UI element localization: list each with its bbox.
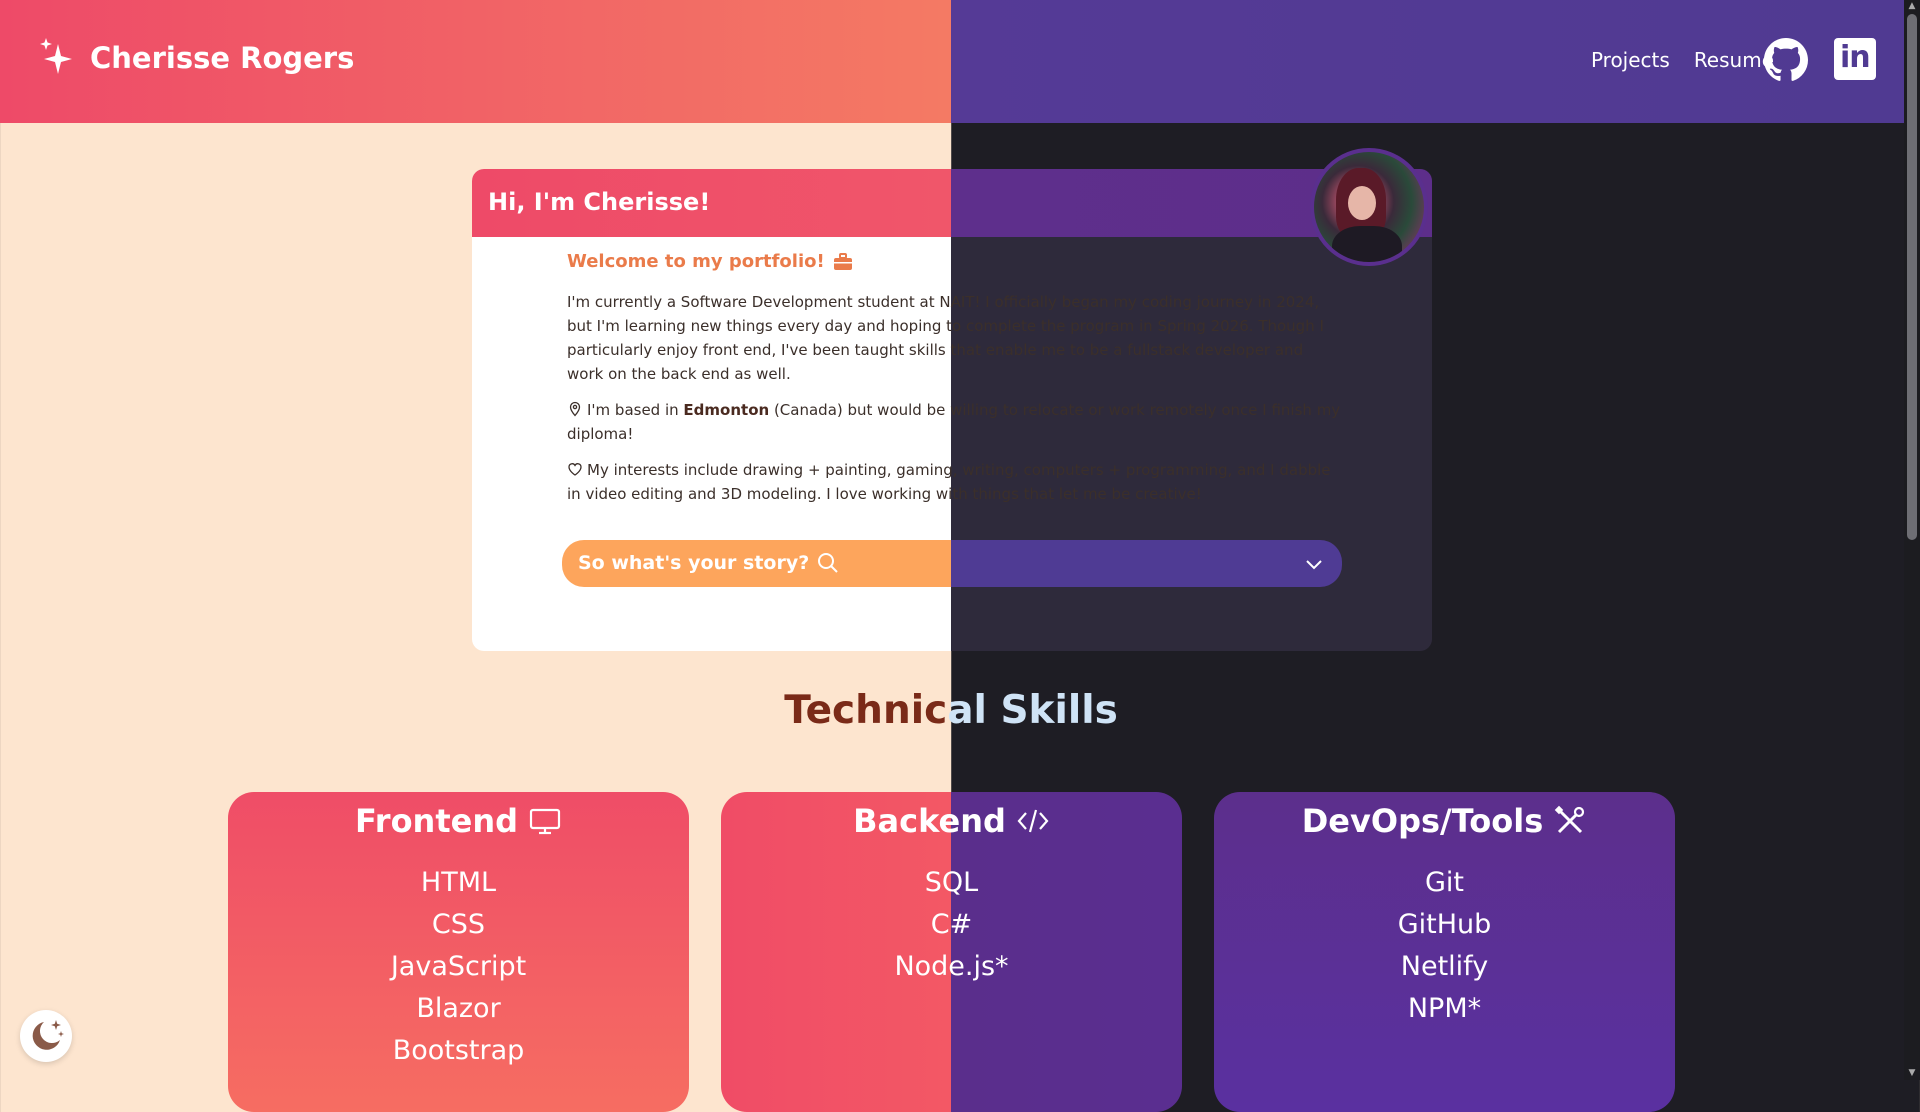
- intro-card: Hi, I'm Cherisse! Welcome to my portfoli…: [472, 169, 1432, 651]
- skills-heading-left: Technic: [784, 688, 948, 733]
- skill-item: HTML: [420, 867, 497, 898]
- story-label: So what's your story?: [578, 552, 810, 574]
- code-icon: [1017, 809, 1049, 833]
- main-nav: Projects Resume: [1591, 48, 1774, 72]
- nav-resume[interactable]: Resume: [1694, 48, 1774, 72]
- site-header: Cherisse Rogers Projects Resume in: [0, 0, 1904, 123]
- brand-name: Cherisse Rogers: [90, 41, 355, 75]
- scroll-thumb[interactable]: [1907, 14, 1917, 540]
- briefcase-icon: [833, 252, 852, 270]
- skill-item: SQL: [924, 867, 979, 898]
- intro-paragraph-study: I'm currently a Software Development stu…: [567, 293, 1324, 383]
- skills-heading: Technical Skills: [0, 688, 1902, 733]
- interests-text: My interests include drawing + painting,…: [567, 461, 1331, 503]
- skill-item: Node.js*: [894, 951, 1009, 982]
- intro-paragraph-location: I'm based in Edmonton (Canada) but would…: [567, 398, 1342, 446]
- devops-list: Git GitHub Netlify NPM*: [1214, 862, 1675, 1030]
- skill-item: Bootstrap: [392, 1035, 525, 1066]
- brand-logo[interactable]: Cherisse Rogers: [38, 36, 354, 80]
- intro-title: Hi, I'm Cherisse!: [488, 188, 711, 216]
- scroll-down-icon[interactable]: ▼: [1907, 1068, 1917, 1078]
- linkedin-glyph: in: [1840, 40, 1871, 75]
- location-pin-icon: [569, 401, 581, 417]
- sparkles-icon: [40, 38, 72, 74]
- linkedin-icon[interactable]: in: [1834, 38, 1876, 80]
- theme-toggle-button[interactable]: [20, 1010, 72, 1062]
- story-label-wrap: So what's your story?: [578, 552, 839, 574]
- tools-icon: [1555, 805, 1585, 834]
- profile-avatar: [1310, 148, 1428, 266]
- frontend-list: HTML CSS JavaScript Blazor Bootstrap: [228, 862, 689, 1072]
- skill-item: Blazor: [416, 993, 501, 1024]
- story-dropdown[interactable]: So what's your story?: [562, 540, 1342, 587]
- frontend-title: Frontend: [354, 802, 519, 840]
- skill-item: Netlify: [1400, 951, 1489, 982]
- skill-item: GitHub: [1397, 909, 1492, 940]
- skills-heading-right: al Skills: [947, 688, 1118, 733]
- skill-item: Git: [1424, 867, 1464, 898]
- intro-card-header: Hi, I'm Cherisse!: [472, 169, 1432, 237]
- backend-list: SQL C# Node.js*: [721, 862, 1182, 988]
- skill-card-title: Frontend: [228, 802, 689, 840]
- github-icon[interactable]: [1764, 38, 1808, 82]
- skill-card-frontend: Frontend HTML CSS JavaScript Blazor Boot…: [228, 792, 689, 1112]
- skill-card-devops: DevOps/Tools Git GitHub Netlify NPM*: [1214, 792, 1675, 1112]
- welcome-heading: Welcome to my portfolio!: [567, 251, 1342, 272]
- heart-icon: [568, 463, 582, 476]
- skill-item: C#: [930, 909, 973, 940]
- location-prefix: I'm based in: [587, 401, 684, 419]
- skill-item: JavaScript: [390, 951, 527, 982]
- welcome-text: Welcome to my portfolio!: [567, 251, 825, 272]
- location-city: Edmonton: [683, 401, 770, 419]
- moon-stars-icon: [32, 1020, 64, 1050]
- intro-body: Welcome to my portfolio! I'm currently a…: [567, 251, 1342, 518]
- skill-card-title: Backend: [721, 802, 1182, 840]
- backend-title: Backend: [853, 802, 1006, 840]
- nav-projects[interactable]: Projects: [1591, 48, 1670, 72]
- scroll-up-icon[interactable]: ▲: [1907, 1, 1917, 11]
- intro-paragraph-interests: My interests include drawing + painting,…: [567, 458, 1342, 506]
- chevron-down-icon[interactable]: [1304, 554, 1324, 574]
- monitor-icon: [529, 808, 561, 835]
- page-scrollbar[interactable]: ▲ ▼: [1904, 0, 1920, 1080]
- devops-title: DevOps/Tools: [1301, 802, 1544, 840]
- skill-card-title: DevOps/Tools: [1214, 802, 1675, 840]
- skill-card-backend: Backend SQL C# Node.js*: [721, 792, 1182, 1112]
- search-icon: [818, 553, 838, 573]
- skill-item: NPM*: [1407, 993, 1482, 1024]
- skill-item: CSS: [431, 909, 486, 940]
